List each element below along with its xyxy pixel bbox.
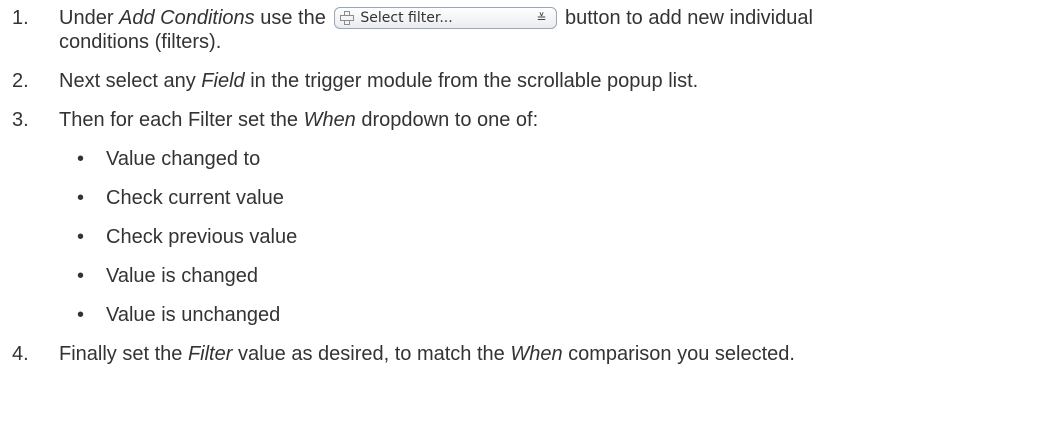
bullet: • <box>77 265 85 287</box>
bullet: • <box>77 187 85 209</box>
step-number: 1. <box>12 7 29 29</box>
step-number: 2. <box>12 70 29 92</box>
list-item: Value is changed <box>106 265 258 287</box>
step-number: 4. <box>12 343 29 365</box>
step-number: 3. <box>12 109 29 131</box>
plus-icon <box>340 10 355 25</box>
list-item: Value is unchanged <box>106 304 281 326</box>
bullet: • <box>77 226 85 248</box>
step-1-continuation: conditions (filters). <box>59 31 222 53</box>
bullet: • <box>77 148 85 170</box>
list-item: Check current value <box>106 187 284 209</box>
list-item: Check previous value <box>106 226 298 248</box>
select-filter-label: Select filter... <box>360 9 453 26</box>
chevron-double-down-icon: ≚ <box>536 10 547 25</box>
list-item: Value changed to <box>106 148 261 170</box>
step-3-text: Then for each Filter set the When dropdo… <box>59 109 539 131</box>
select-filter-button[interactable]: Select filter... ≚ <box>334 6 558 29</box>
bullet: • <box>77 304 85 326</box>
step-2-text: Next select any Field in the trigger mod… <box>59 70 699 92</box>
field-term: Field <box>201 70 245 92</box>
when-term: When <box>303 109 356 131</box>
when-term: When <box>510 343 563 365</box>
step-1-text: Under Add Conditions use the Select filt… <box>59 6 813 29</box>
step-4-text: Finally set the Filter value as desired,… <box>59 343 795 365</box>
filter-term: Filter <box>187 343 233 365</box>
add-conditions-term: Add Conditions <box>119 7 255 29</box>
